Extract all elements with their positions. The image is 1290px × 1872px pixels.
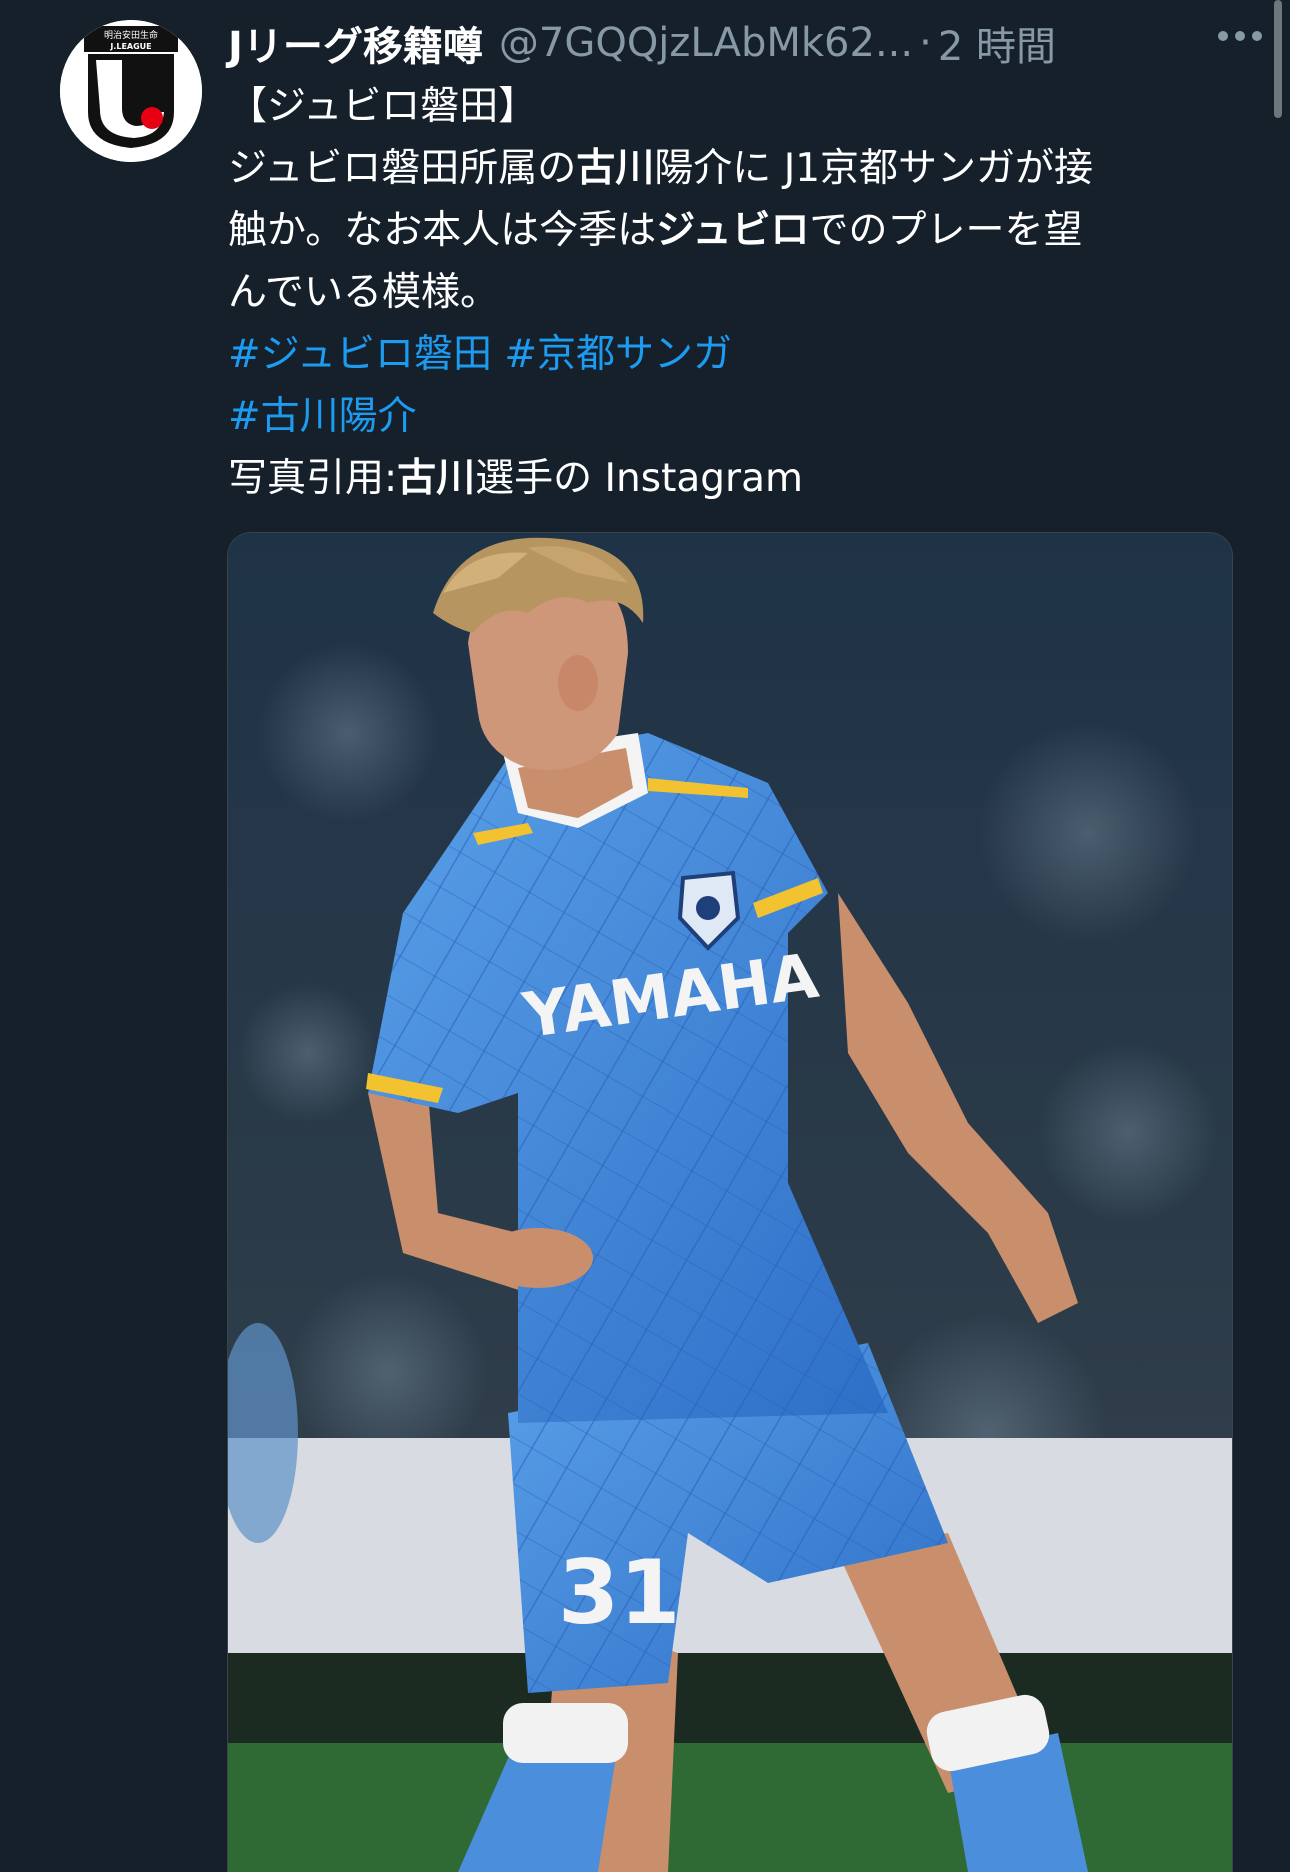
more-icon [1218, 31, 1262, 41]
hashtag-furukawa[interactable]: #古川陽介 [228, 394, 417, 439]
photo-credit: 写真引用:古川選手の Instagram [228, 448, 1238, 510]
timestamp[interactable]: 2 時間 [938, 14, 1056, 72]
display-name[interactable]: Jリーグ移籍噂 [228, 14, 483, 72]
text-segment: 選手の Instagram [475, 456, 803, 501]
hashtag-line-1: #ジュビロ磐田 #京都サンガ [228, 324, 1238, 386]
svg-text:J.LEAGUE: J.LEAGUE [109, 42, 151, 51]
tweet-line-3: 触か。なお本人は今季はジュビロでのプレーを望 [228, 200, 1238, 262]
tweet-line-2: ジュビロ磐田所属の古川陽介に J1京都サンガが接 [228, 138, 1238, 200]
more-button[interactable] [1210, 6, 1270, 66]
user-handle[interactable]: @7GQQjzLAbMk62... [499, 20, 913, 66]
text-segment: 写真引用: [228, 456, 398, 501]
tweet-line-1: 【ジュビロ磐田】 [228, 84, 538, 129]
hashtag-kyoto[interactable]: #京都サンガ [504, 332, 732, 377]
bold-segment: 古川 [397, 456, 476, 501]
hashtag-line-2: #古川陽介 [228, 386, 1238, 448]
photo-soccer-player: 31 YAMAHA [228, 533, 1232, 1872]
tweet-card[interactable]: 明治安田生命 J.LEAGUE Jリーグ移籍噂 @7GQQjzLAbMk62..… [0, 0, 1290, 1872]
text-segment: 陽介に J1京都サンガが接 [654, 146, 1094, 191]
text-segment: でのプレーを望 [809, 208, 1083, 253]
avatar[interactable]: 明治安田生命 J.LEAGUE [60, 20, 202, 162]
text-segment: ジュビロ磐田所属の [228, 146, 577, 191]
text-segment: 触か。なお本人は今季は [228, 208, 657, 253]
bold-segment: 古川 [576, 146, 655, 191]
jersey-number: 31 [558, 1541, 680, 1644]
avatar-text-top: 明治安田生命 [104, 29, 158, 41]
jleague-logo: 明治安田生命 J.LEAGUE [60, 20, 202, 162]
separator-dot: · [919, 20, 932, 66]
tweet-line-4: んでいる模様。 [228, 270, 500, 315]
hashtag-jubilo[interactable]: #ジュビロ磐田 [228, 332, 492, 377]
tweet-photo[interactable]: 31 YAMAHA [227, 532, 1233, 1872]
scrollbar[interactable] [1274, 0, 1282, 118]
tweet-header: Jリーグ移籍噂 @7GQQjzLAbMk62... · 2 時間 [228, 8, 1268, 78]
tweet-text: 【ジュビロ磐田】 ジュビロ磐田所属の古川陽介に J1京都サンガが接 触か。なお本… [228, 76, 1238, 510]
bold-segment: ジュビロ [656, 208, 810, 253]
